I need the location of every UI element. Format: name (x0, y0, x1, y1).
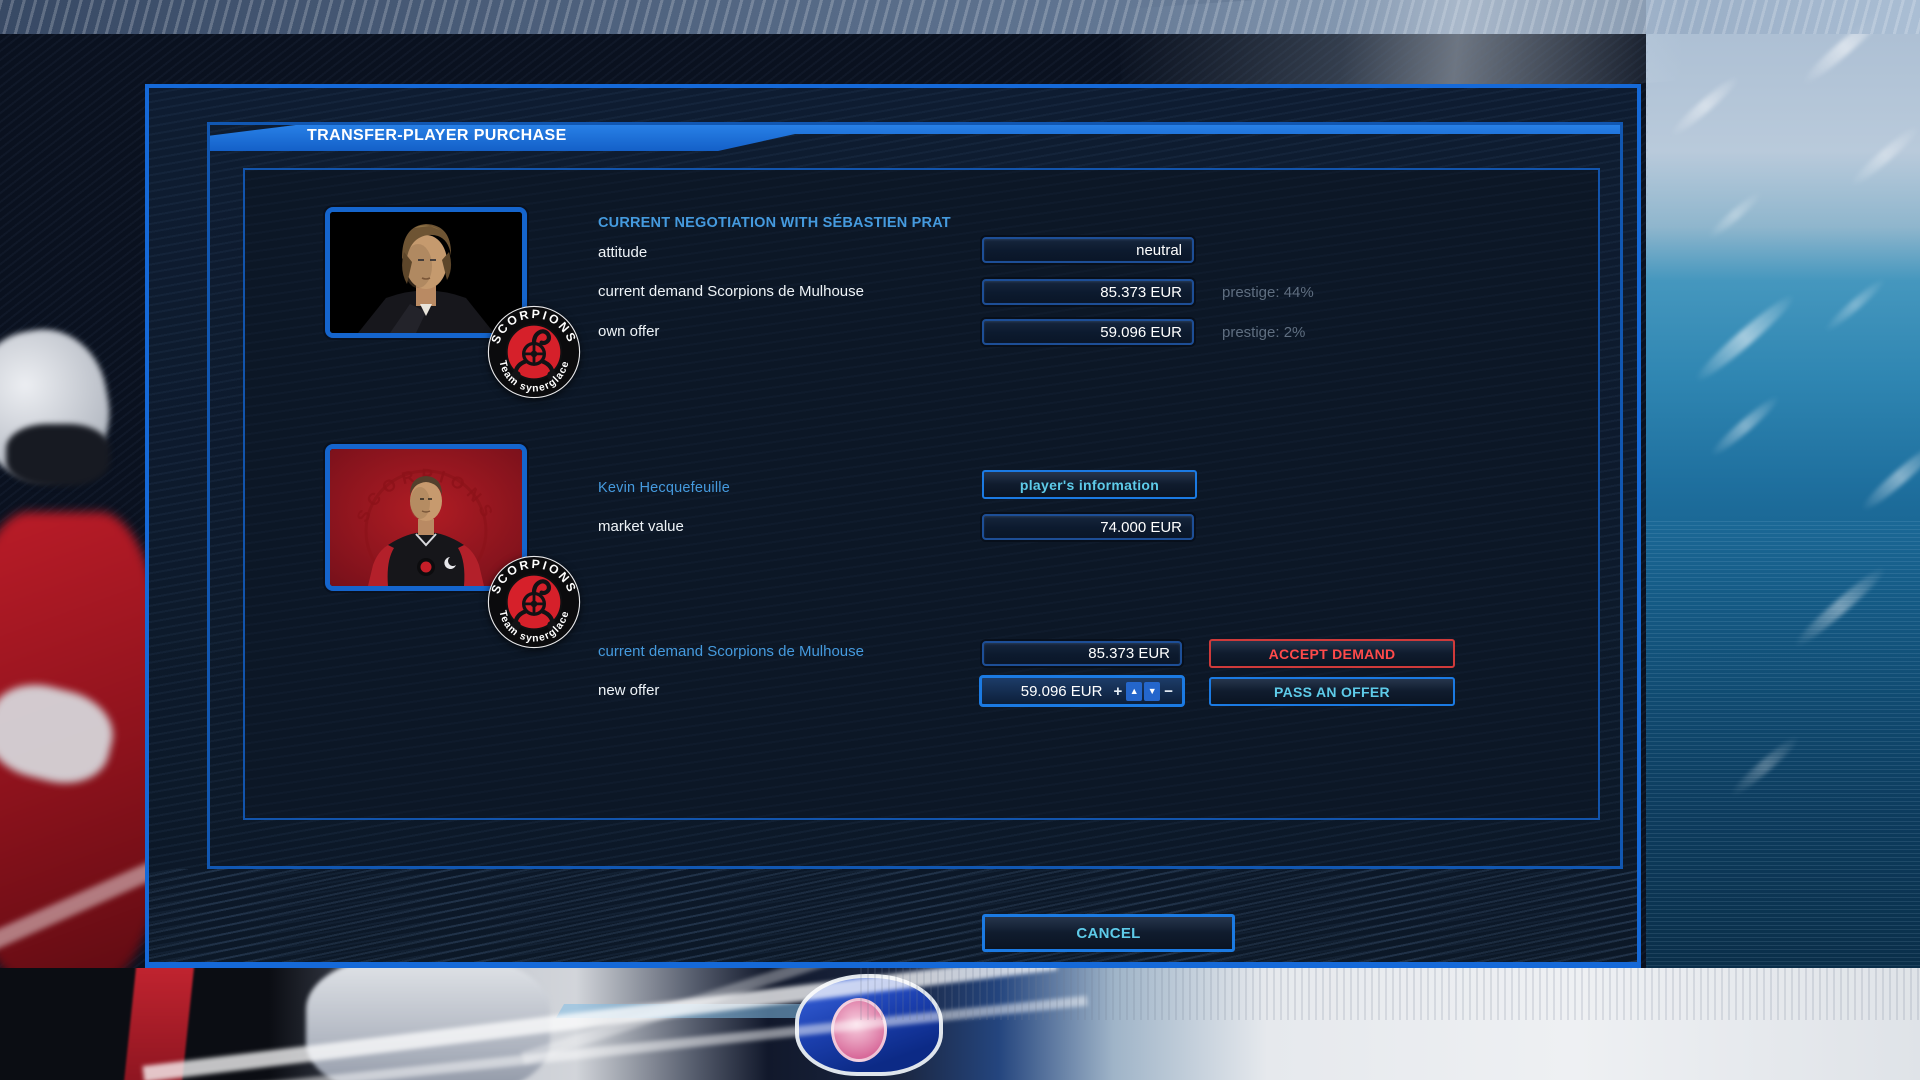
current-demand-label: current demand Scorpions de Mulhouse (598, 283, 864, 301)
current-demand-value: 85.373 EUR (1100, 284, 1182, 301)
game-screen: TRANSFER-PLAYER PURCHASE (0, 0, 1920, 1080)
decrease-step-icon[interactable]: − (1161, 683, 1176, 700)
offer-demand-label: current demand Scorpions de Mulhouse (598, 643, 864, 661)
dialog-footer-stripes (149, 869, 1637, 962)
attitude-field: neutral (982, 237, 1194, 263)
offer-demand-field: 85.373 EUR (982, 641, 1182, 666)
scorpions-team-badge: SCORPIONS Team synerglace (487, 555, 581, 649)
own-offer-label: own offer (598, 323, 659, 341)
market-value-label: market value (598, 518, 684, 536)
demand-prestige: prestige: 44% (1222, 284, 1314, 302)
dialog-title: TRANSFER-PLAYER PURCHASE (307, 123, 567, 149)
transfer-dialog: TRANSFER-PLAYER PURCHASE (145, 84, 1641, 968)
strip-crowd-texture (860, 968, 1920, 1020)
attitude-label: attitude (598, 244, 647, 262)
current-demand-field: 85.373 EUR (982, 279, 1194, 305)
market-value: 74.000 EUR (1100, 519, 1182, 536)
new-offer-label: new offer (598, 682, 659, 700)
offer-demand-value: 85.373 EUR (1088, 645, 1170, 662)
own-offer-value: 59.096 EUR (1100, 324, 1182, 341)
player-information-button[interactable]: player's information (982, 470, 1197, 499)
pass-an-offer-button[interactable]: PASS AN OFFER (1209, 677, 1455, 706)
increment-icon[interactable]: ▲ (1126, 682, 1142, 701)
decrement-icon[interactable]: ▼ (1144, 682, 1160, 701)
new-offer-spinner[interactable]: 59.096 EUR + ▲ ▼ − (979, 675, 1185, 707)
cancel-button[interactable]: CANCEL (982, 914, 1235, 952)
hockey-player-visor (6, 424, 110, 486)
own-offer-prestige: prestige: 2% (1222, 324, 1305, 342)
own-offer-field: 59.096 EUR (982, 319, 1194, 345)
new-offer-value[interactable]: 59.096 EUR (992, 683, 1110, 700)
accept-demand-button[interactable]: ACCEPT DEMAND (1209, 639, 1455, 668)
scorpions-team-badge: SCORPIONS Team synerglace (487, 305, 581, 399)
market-value-field: 74.000 EUR (982, 514, 1194, 540)
player-name: Kevin Hecquefeuille (598, 479, 730, 497)
increase-step-icon[interactable]: + (1110, 683, 1125, 700)
negotiation-heading: CURRENT NEGOTIATION WITH SÉBASTIEN PRAT (598, 214, 951, 232)
bottom-photo-strip (0, 968, 1920, 1080)
attitude-value: neutral (1136, 242, 1182, 259)
